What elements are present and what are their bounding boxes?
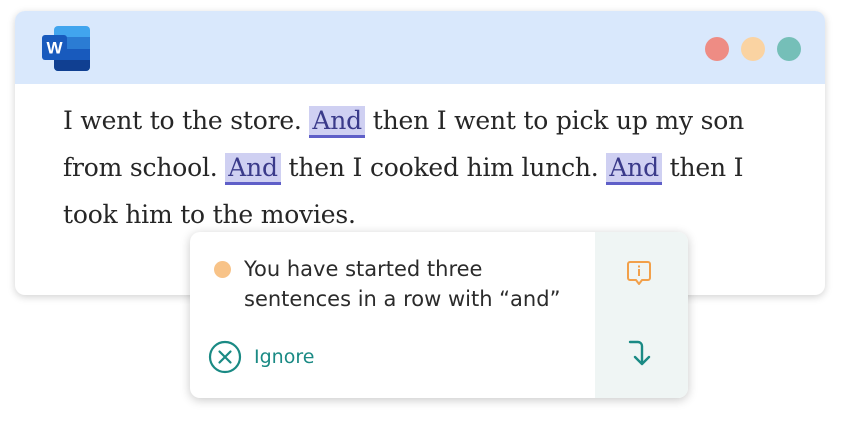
ignore-label: Ignore bbox=[254, 346, 315, 368]
window-dot-yellow[interactable] bbox=[741, 37, 765, 61]
document-text-run: I went to the store. bbox=[63, 106, 310, 135]
flagged-word-and[interactable]: And bbox=[309, 106, 365, 138]
window-dot-green[interactable] bbox=[777, 37, 801, 61]
suggestion-message-line: You have started three bbox=[244, 257, 483, 281]
arrow-down-turn-icon[interactable] bbox=[626, 338, 654, 368]
document-text-run: from school. bbox=[63, 153, 226, 182]
document-text-run: then I bbox=[661, 153, 744, 182]
warning-dot-icon bbox=[214, 261, 231, 278]
suggestion-message: You have started three sentences in a ro… bbox=[244, 254, 594, 314]
suggestion-message-line: sentences in a row with “and” bbox=[244, 287, 561, 311]
document-text-run: then I went to pick up my son bbox=[364, 106, 744, 135]
window-dot-red[interactable] bbox=[705, 37, 729, 61]
close-circle-icon bbox=[208, 340, 242, 374]
title-bar: W bbox=[15, 11, 825, 84]
suggestion-action-panel bbox=[595, 232, 688, 398]
document-text-run: took him to the movies. bbox=[63, 200, 356, 229]
document-line: I went to the store. And then I went to … bbox=[63, 97, 803, 144]
word-logo-letter: W bbox=[46, 39, 63, 58]
info-comment-icon[interactable] bbox=[626, 260, 652, 288]
flagged-word-and[interactable]: And bbox=[606, 153, 662, 185]
suggestion-card: You have started three sentences in a ro… bbox=[190, 232, 688, 398]
stage: W I went to the store. And then I went t… bbox=[0, 0, 841, 422]
document-line: from school. And then I cooked him lunch… bbox=[63, 144, 803, 191]
document-line: took him to the movies. bbox=[63, 191, 803, 238]
flagged-word-and[interactable]: And bbox=[225, 153, 281, 185]
word-logo-icon: W bbox=[42, 26, 90, 71]
document-text-run: then I cooked him lunch. bbox=[280, 153, 607, 182]
ignore-button[interactable]: Ignore bbox=[208, 340, 314, 374]
document-body[interactable]: I went to the store. And then I went to … bbox=[63, 97, 803, 238]
